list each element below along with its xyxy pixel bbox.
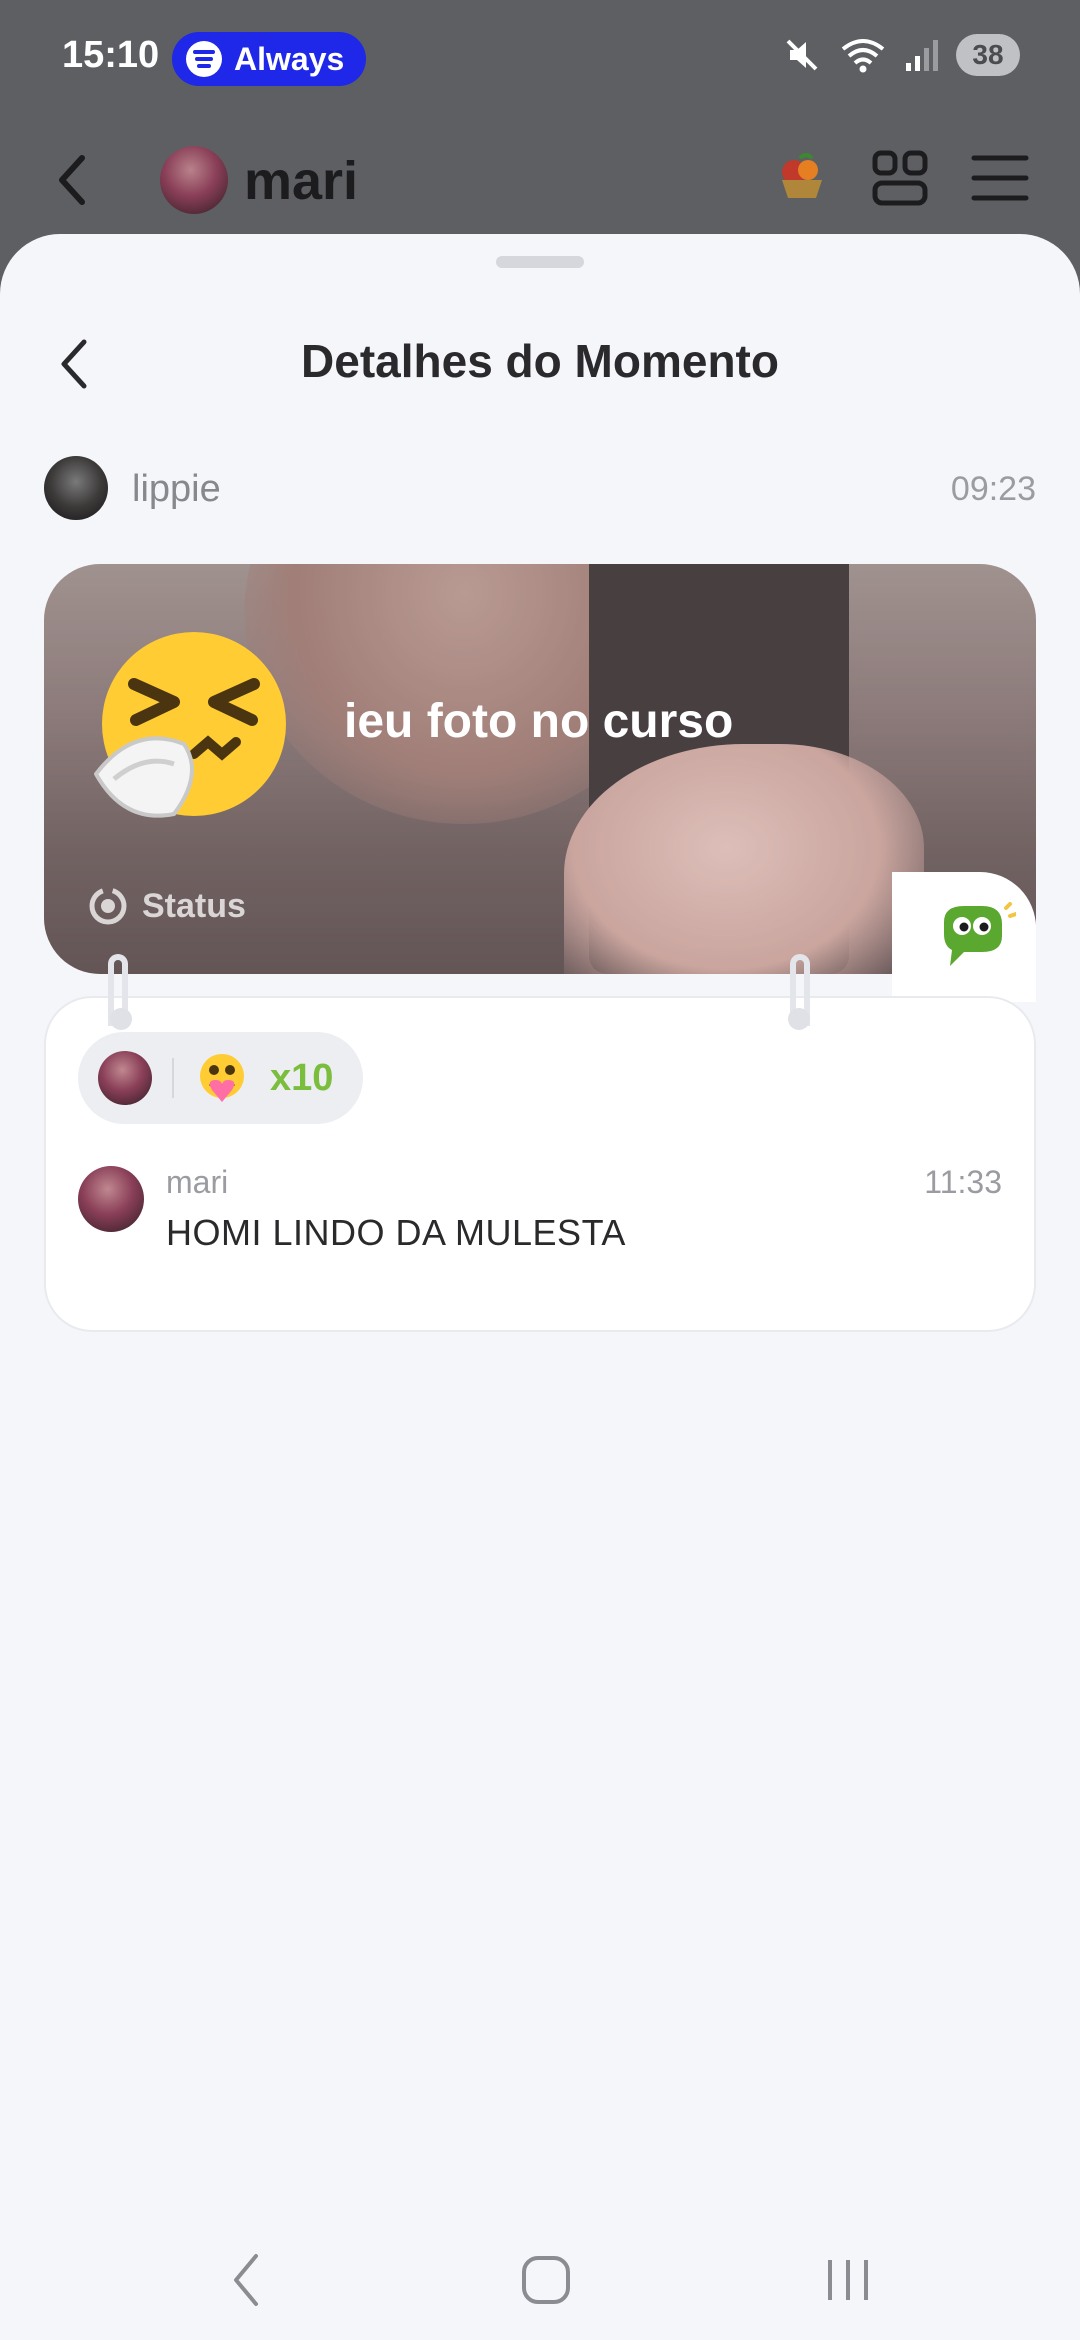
sneezing-face-emoji	[94, 632, 286, 818]
moment-caption: ieu foto no curso	[344, 695, 734, 748]
system-nav-bar	[0, 2220, 1080, 2340]
moment-details-sheet: Detalhes do Momento lippie 09:23 ieu fot…	[0, 234, 1080, 2340]
chat-header: mari	[0, 130, 1080, 240]
nav-home-icon[interactable]	[520, 2250, 572, 2310]
page-title: Detalhes do Momento	[301, 335, 779, 387]
mute-icon	[786, 39, 818, 71]
reply-bubble-tab[interactable]	[892, 872, 1036, 1002]
reactions-summary[interactable]: x10	[78, 1032, 364, 1124]
media-pill-label: Always	[234, 40, 345, 77]
nav-back-icon[interactable]	[226, 2250, 266, 2310]
author-name[interactable]: lippie	[132, 468, 221, 511]
spotify-icon	[186, 41, 222, 77]
drag-handle[interactable]	[496, 256, 584, 268]
wifi-icon	[841, 39, 885, 73]
hugging-heart-emoji	[200, 1054, 244, 1102]
chat-title[interactable]: mari	[244, 150, 358, 212]
comments-card: x10 mari 11:33 HOMI LINDO DA MULESTA	[44, 996, 1036, 1332]
post-time: 09:23	[950, 470, 1036, 508]
media-pill[interactable]: Always	[172, 32, 367, 86]
comment-text: HOMI LINDO DA MULESTA	[166, 1212, 626, 1253]
status-tag: Status	[88, 886, 246, 926]
avatar[interactable]	[78, 1166, 144, 1232]
avatar	[98, 1051, 152, 1105]
status-bar: 15:10 Always 38	[0, 0, 1080, 120]
avatar[interactable]	[160, 146, 228, 214]
comment-time: 11:33	[924, 1164, 1002, 1200]
clock: 15:10	[62, 34, 160, 76]
status-icon	[89, 887, 127, 925]
back-icon[interactable]	[52, 152, 92, 208]
chat-mascot-icon	[944, 902, 1016, 966]
signal-icon	[906, 40, 938, 71]
fruit-basket-icon[interactable]	[774, 150, 830, 206]
nav-recents-icon[interactable]	[824, 2250, 874, 2310]
moment-photo[interactable]: ieu foto no curso Status	[44, 564, 1036, 974]
battery-indicator: 38	[956, 34, 1020, 76]
avatar[interactable]	[44, 456, 108, 520]
comment-author[interactable]: mari	[166, 1164, 228, 1201]
comment-item: mari 11:33 HOMI LINDO DA MULESTA	[78, 1164, 1002, 1276]
moment-author-row: lippie 09:23	[44, 456, 1036, 522]
grid-icon[interactable]	[870, 148, 930, 208]
reaction-count: x10	[270, 1056, 334, 1099]
status-tag-label: Status	[142, 886, 246, 925]
menu-icon[interactable]	[970, 152, 1030, 204]
